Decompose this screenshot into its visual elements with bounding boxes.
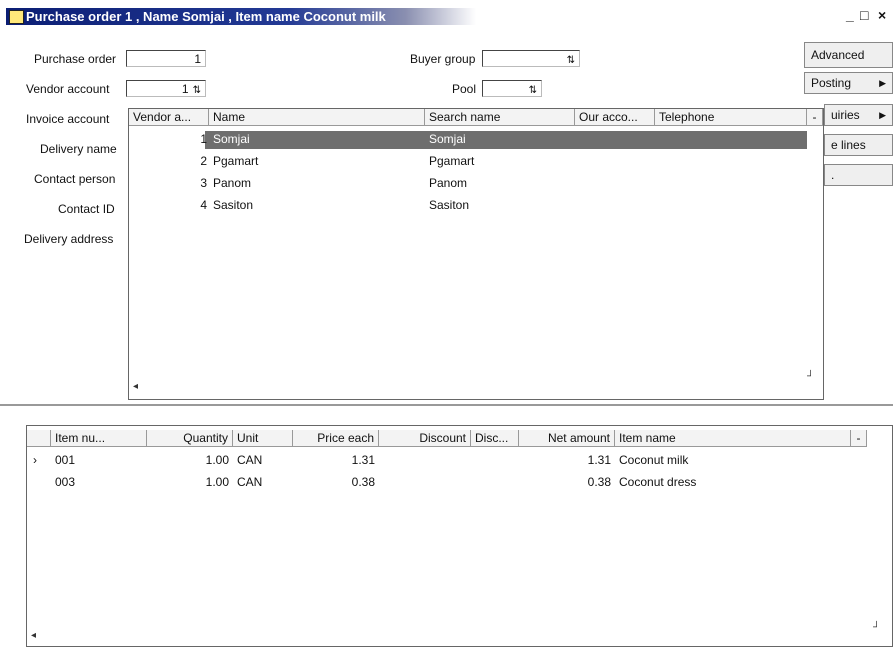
scroll-up-icon[interactable]: - xyxy=(807,109,823,126)
lines-button[interactable]: e lines xyxy=(824,134,893,156)
item-number-cell: 001 xyxy=(55,453,76,467)
search-name-cell: Sasiton xyxy=(429,198,470,212)
column-header-net-amount[interactable]: Net amount xyxy=(519,430,615,447)
vendor-account-cell: 2 xyxy=(200,154,207,168)
purchase-order-label: Purchase order xyxy=(34,52,117,66)
inquiries-button[interactable]: uiries ▶ xyxy=(824,104,893,126)
price-each-cell: 0.38 xyxy=(351,475,375,489)
vendor-account-cell: 4 xyxy=(200,198,207,212)
lookup-row[interactable]: 4 Sasiton Sasiton xyxy=(129,195,809,217)
inquiries-label: uiries xyxy=(831,108,860,122)
column-header-discount[interactable]: Discount xyxy=(379,430,471,447)
column-header-vendor-account[interactable]: Vendor a... xyxy=(129,109,209,126)
column-header-our-account[interactable]: Our acco... xyxy=(575,109,655,126)
search-name-cell: Somjai xyxy=(429,132,466,146)
column-header-price-each[interactable]: Price each xyxy=(293,430,379,447)
pool-label: Pool xyxy=(452,82,477,96)
vendor-account-cell: 1 xyxy=(200,132,207,146)
name-cell: Pgamart xyxy=(213,154,259,168)
more-button[interactable]: . xyxy=(824,164,893,186)
item-name-cell: Coconut milk xyxy=(619,453,689,467)
chevron-right-icon: ▶ xyxy=(879,78,886,88)
lookup-row[interactable]: 2 Pgamart Pgamart xyxy=(129,151,809,173)
app-icon xyxy=(9,10,24,24)
pane-divider[interactable] xyxy=(0,404,893,406)
resize-grip-icon[interactable]: ┘ xyxy=(807,371,814,382)
order-lines-grid[interactable]: Item nu... Quantity Unit Price each Disc… xyxy=(26,425,893,647)
buyer-group-field[interactable]: ⇅ xyxy=(482,50,580,67)
vendor-account-label: Vendor account xyxy=(26,82,110,96)
lookup-row[interactable]: 3 Panom Panom xyxy=(129,173,809,195)
item-number-cell: 003 xyxy=(55,475,76,489)
net-amount-cell: 1.31 xyxy=(587,453,611,467)
chevron-right-icon: ▶ xyxy=(879,110,886,120)
delivery-address-label: Delivery address xyxy=(24,232,114,246)
scroll-left-icon[interactable]: ◂ xyxy=(133,381,138,392)
window-title: Purchase order 1 , Name Somjai , Item na… xyxy=(26,9,386,24)
column-header-unit[interactable]: Unit xyxy=(233,430,293,447)
purchase-order-field[interactable]: 1 xyxy=(126,50,206,67)
column-header-disc-percent[interactable]: Disc... xyxy=(471,430,519,447)
buyer-group-label: Buyer group xyxy=(410,52,476,66)
lookup-icon[interactable]: ⇅ xyxy=(193,82,201,99)
item-name-cell: Coconut dress xyxy=(619,475,697,489)
unit-cell: CAN xyxy=(237,475,263,489)
lookup-icon[interactable]: ⇅ xyxy=(567,52,575,69)
close-button[interactable]: × xyxy=(878,7,886,23)
search-name-cell: Pgamart xyxy=(429,154,475,168)
delivery-name-label: Delivery name xyxy=(40,142,117,156)
minimize-button[interactable]: _ xyxy=(846,7,854,23)
quantity-cell: 1.00 xyxy=(205,453,229,467)
name-cell: Somjai xyxy=(213,132,250,146)
scroll-up-icon[interactable]: - xyxy=(851,430,867,447)
table-row[interactable]: › 001 1.00 CAN 1.31 1.31 Coconut milk xyxy=(27,450,877,472)
column-header-quantity[interactable]: Quantity xyxy=(147,430,233,447)
scroll-left-icon[interactable]: ◂ xyxy=(31,630,36,641)
contact-id-label: Contact ID xyxy=(58,202,115,216)
advanced-button[interactable]: Advanced xyxy=(804,42,893,68)
column-header-item-name[interactable]: Item name xyxy=(615,430,851,447)
vendor-account-value: 1 xyxy=(181,82,189,96)
row-indicator-header xyxy=(27,430,51,447)
posting-button[interactable]: Posting ▶ xyxy=(804,72,893,94)
table-row[interactable]: 003 1.00 CAN 0.38 0.38 Coconut dress xyxy=(27,472,877,494)
pool-field[interactable]: ⇅ xyxy=(482,80,542,97)
lookup-row[interactable]: 1 Somjai Somjai xyxy=(129,129,809,151)
column-header-search-name[interactable]: Search name xyxy=(425,109,575,126)
vendor-lookup-grid[interactable]: Vendor a... Name Search name Our acco...… xyxy=(128,108,824,400)
name-cell: Sasiton xyxy=(213,198,254,212)
current-row-marker: › xyxy=(33,453,37,467)
price-each-cell: 1.31 xyxy=(351,453,375,467)
unit-cell: CAN xyxy=(237,453,263,467)
column-header-telephone[interactable]: Telephone xyxy=(655,109,807,126)
selection-highlight xyxy=(205,131,807,149)
contact-person-label: Contact person xyxy=(34,172,116,186)
column-header-name[interactable]: Name xyxy=(209,109,425,126)
posting-label: Posting xyxy=(811,76,852,90)
maximize-button[interactable]: □ xyxy=(860,7,868,23)
column-header-item-number[interactable]: Item nu... xyxy=(51,430,147,447)
net-amount-cell: 0.38 xyxy=(587,475,611,489)
lookup-icon[interactable]: ⇅ xyxy=(529,82,537,99)
invoice-account-label: Invoice account xyxy=(26,112,110,126)
quantity-cell: 1.00 xyxy=(205,475,229,489)
resize-grip-icon[interactable]: ┘ xyxy=(873,622,880,633)
vendor-account-cell: 3 xyxy=(200,176,207,190)
search-name-cell: Panom xyxy=(429,176,468,190)
name-cell: Panom xyxy=(213,176,252,190)
vendor-account-field[interactable]: 1 ⇅ xyxy=(126,80,206,97)
